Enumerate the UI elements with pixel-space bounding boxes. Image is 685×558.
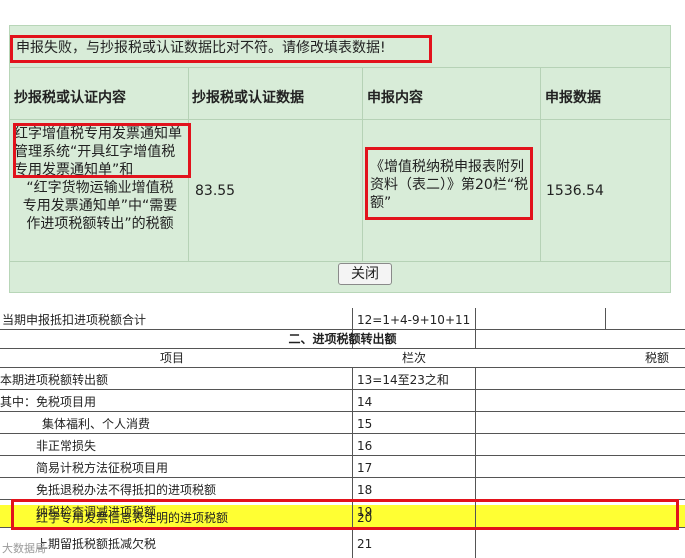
row-col: 12=1+4-9+10+11 [357,313,471,327]
audit-data-value: 83.55 [195,183,236,199]
section-title: 二、进项税额转出额 [288,332,397,346]
tbl-line [0,367,685,368]
row-col: 13=14至23之和 [357,373,449,387]
annotation-box-audit-content [13,123,191,178]
row-item: 当期申报抵扣进项税额合计 [2,313,147,327]
row-item: 非正常损失 [36,439,97,453]
row-item: 免抵退税办法不得抵扣的进项税额 [36,483,217,497]
declare-data-value: 1536.54 [546,183,604,199]
close-button[interactable]: 关闭 [338,263,392,285]
row-item: 集体福利、个人消费 [42,417,151,431]
row-col: 16 [357,439,373,453]
audit-content-part2: “红字货物运输业增值税专用发票通知单”中“需要作进项税额转出”的税额 [22,180,178,232]
tbl-line [0,411,685,412]
header-audit-data: 抄报税或认证数据 [192,90,304,106]
col-header-col: 栏次 [402,351,427,365]
tbl-col-line [605,308,606,329]
row-item: 上期留抵税额抵减欠税 [36,538,157,551]
grid-col-line-2 [362,67,363,262]
row-col: 14 [357,395,373,409]
annotation-box-message [10,35,432,63]
grid-col-line-3 [540,67,541,262]
row-col: 17 [357,461,373,475]
tbl-line [0,455,685,456]
row-item: 本期进项税额转出额 [0,373,109,387]
watermark: 大数据局 [2,542,46,555]
header-declare-data: 申报数据 [545,90,601,106]
header-declare-content: 申报内容 [367,90,423,106]
row-item: 简易计税方法征税项目用 [36,461,169,475]
row-col: 15 [357,417,373,431]
header-audit-content: 抄报税或认证内容 [14,90,126,106]
grid-header-line [10,119,670,120]
grid-top-line [10,67,670,68]
row-col: 21 [357,538,373,551]
col-header-item: 项目 [160,351,185,365]
annotation-box-row-20 [11,499,679,530]
table-row-clipped: 上期留抵税额抵减欠税 21 [0,538,685,552]
col-header-tax: 税额 [645,351,670,365]
annotation-box-declare-content [365,147,533,220]
row-item: 其中：免税项目用 [0,395,97,409]
grid-bottom-line [10,261,670,262]
row-col: 18 [357,483,373,497]
